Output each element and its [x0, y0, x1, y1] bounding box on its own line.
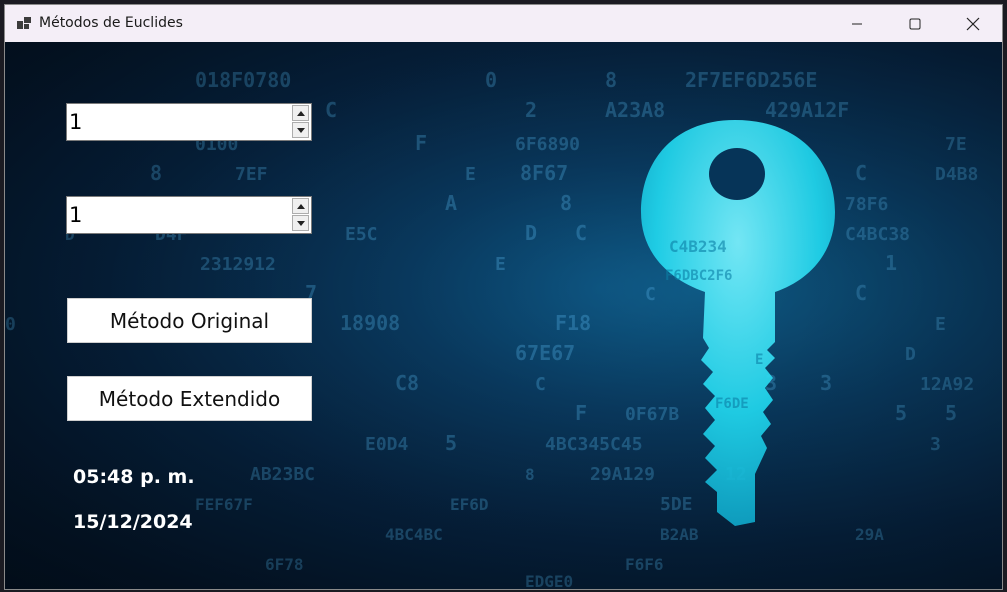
first-number-up-button[interactable] — [292, 105, 309, 121]
form-client-area: 018F0780 0 8 2F7EF6D256E C 2 A23A8 429A1… — [5, 42, 1002, 589]
first-number-spin-buttons — [292, 105, 310, 139]
app-window-icon — [17, 17, 31, 29]
chevron-down-icon — [296, 127, 305, 133]
extended-method-button[interactable]: Método Extendido — [67, 376, 312, 421]
close-icon — [966, 17, 980, 30]
maximize-icon — [909, 18, 921, 29]
first-number-down-button[interactable] — [292, 122, 309, 138]
original-method-button[interactable]: Método Original — [67, 298, 312, 343]
app-window: Métodos de Euclides 018F0780 0 8 2F7EF6D — [4, 4, 1003, 590]
first-number-input[interactable] — [69, 107, 289, 137]
svg-text:F6DE: F6DE — [715, 396, 749, 412]
chevron-down-icon — [296, 220, 305, 226]
chevron-up-icon — [296, 203, 305, 209]
first-number-updown[interactable] — [66, 103, 312, 141]
second-number-up-button[interactable] — [292, 198, 309, 214]
second-number-updown[interactable] — [66, 196, 312, 234]
svg-text:E: E — [755, 352, 763, 368]
maximize-button[interactable] — [886, 5, 944, 42]
window-title: Métodos de Euclides — [39, 15, 183, 31]
title-bar[interactable]: Métodos de Euclides — [5, 5, 1002, 42]
chevron-up-icon — [296, 110, 305, 116]
second-number-input[interactable] — [69, 200, 289, 230]
time-label: 05:48 p. m. — [73, 466, 195, 488]
minimize-icon — [852, 23, 862, 24]
second-number-spin-buttons — [292, 198, 310, 232]
svg-text:C4B234: C4B234 — [669, 237, 727, 256]
date-label: 15/12/2024 — [73, 511, 193, 533]
minimize-button[interactable] — [828, 5, 886, 42]
close-button[interactable] — [944, 5, 1002, 42]
svg-text:F6DBC2F6: F6DBC2F6 — [665, 268, 732, 284]
key-icon: C4B234 F6DBC2F6 E F6DE — [641, 120, 835, 526]
second-number-down-button[interactable] — [292, 215, 309, 231]
